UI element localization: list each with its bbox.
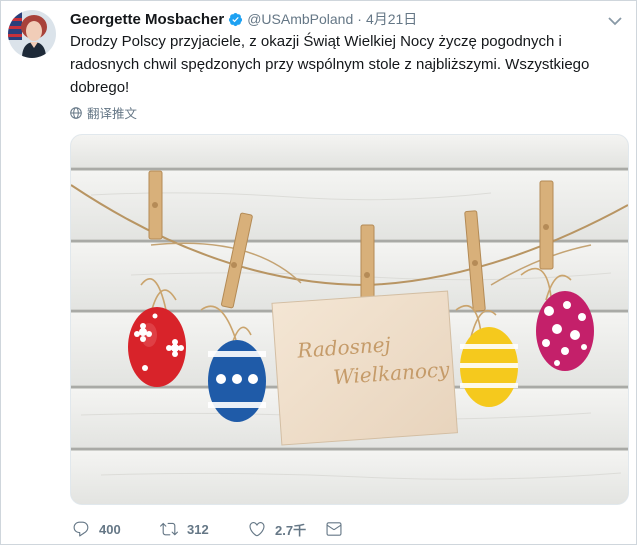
chevron-down-icon[interactable] [608,13,622,26]
separator-dot: · [357,11,362,27]
reply-icon [73,521,89,537]
retweet-count: 312 [187,521,209,537]
envelope-icon [326,522,342,536]
display-name[interactable]: Georgette Mosbacher [70,11,224,28]
reply-count: 400 [99,521,121,537]
translate-label[interactable]: 翻译推文 [87,103,137,122]
tweet-actions: 400 312 2.7千 [72,518,352,540]
tweet-media-image[interactable]: Radosnej Wielkanocy [70,134,629,505]
reply-button[interactable]: 400 [72,520,160,538]
user-handle[interactable]: @USAmbPoland [247,11,353,27]
translate-link[interactable]: 翻译推文 [70,103,137,122]
timestamp[interactable]: 4月21日 [366,9,417,29]
like-count: 2.7千 [275,522,307,538]
avatar[interactable] [8,10,56,58]
verified-badge-icon [228,12,243,27]
tweet-header: Georgette Mosbacher @USAmbPoland · 4月21日 [70,9,417,29]
direct-message-button[interactable] [325,520,352,538]
globe-icon [70,106,82,119]
retweet-button[interactable]: 312 [160,520,248,538]
retweet-icon [160,522,178,536]
tweet-text: Drodzy Polscy przyjaciele, z okazji Świą… [70,33,590,96]
tweet-card: Georgette Mosbacher @USAmbPoland · 4月21日… [0,0,637,545]
heart-icon [249,522,265,537]
like-button[interactable]: 2.7千 [248,520,325,539]
